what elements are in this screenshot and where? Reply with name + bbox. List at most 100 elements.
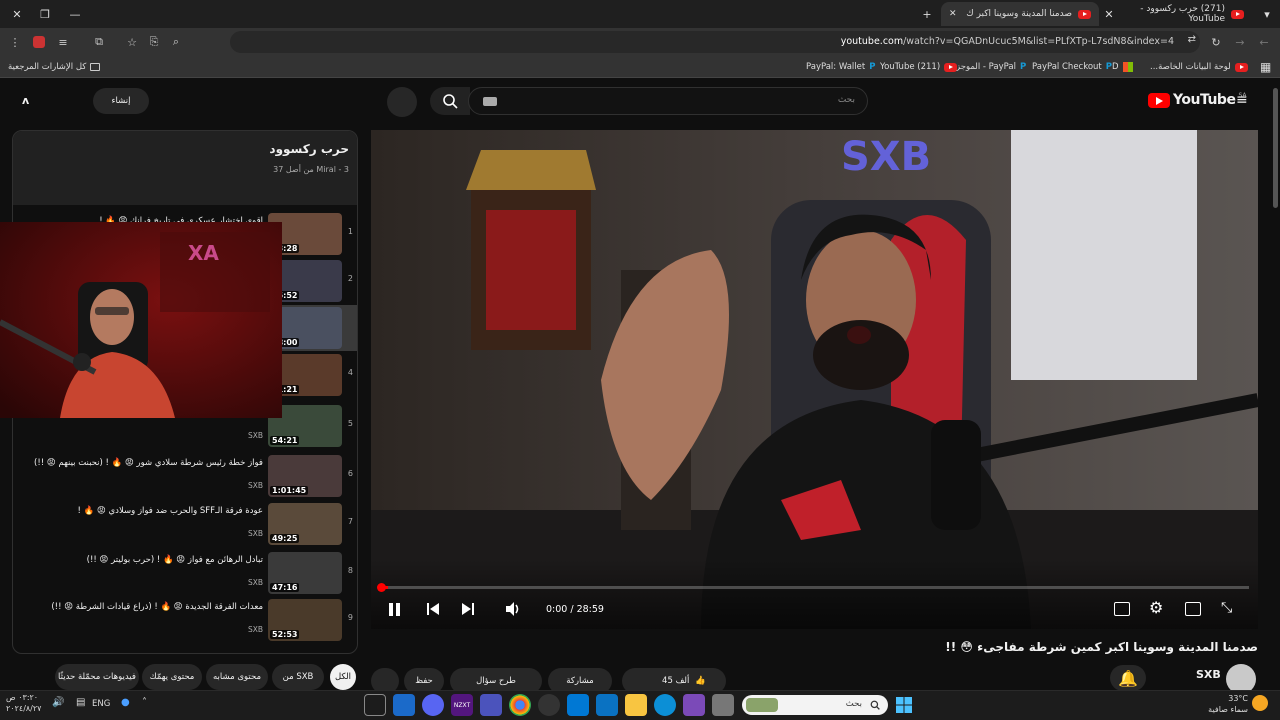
app-discord-icon[interactable] bbox=[422, 694, 444, 716]
progress-bar[interactable] bbox=[377, 583, 1249, 592]
app-obs-icon[interactable] bbox=[538, 694, 560, 716]
extensions-puzzle-icon[interactable]: ⧉ bbox=[88, 31, 110, 53]
playlist-item-thumbnail[interactable]: 49:25 bbox=[268, 503, 342, 545]
bookmark-youtube[interactable]: (211) YouTube bbox=[880, 58, 958, 76]
weather-widget[interactable]: 33°C سماء صافية bbox=[1200, 693, 1248, 715]
back-icon[interactable]: ← bbox=[1253, 31, 1275, 53]
youtube-logo[interactable]: YouTube SA bbox=[1148, 92, 1246, 108]
playlist-item[interactable]: 7 49:25 عودة فرقة الـSFF والحرب ضد فواز وس… bbox=[13, 501, 357, 547]
chip-recently-uploaded[interactable]: فيديوهات محمّلة حديثًا bbox=[55, 664, 139, 690]
chip-from-channel[interactable]: من SXB bbox=[272, 664, 324, 690]
app-steam-icon[interactable] bbox=[393, 694, 415, 716]
playlist-item-thumbnail[interactable]: 47:16 bbox=[268, 552, 342, 594]
playlist-item-channel[interactable]: SXB bbox=[248, 529, 263, 538]
tab-close-icon[interactable]: ✕ bbox=[1098, 3, 1120, 25]
playlist-item[interactable]: 8 47:16 تبادل الرهائن مع فواز 😡 🔥 ! (حرب ب… bbox=[13, 550, 357, 596]
apps-grid-icon[interactable]: ▦ bbox=[1260, 58, 1271, 76]
new-tab-icon[interactable]: + bbox=[916, 3, 938, 25]
chip-all[interactable]: الكل bbox=[330, 664, 356, 690]
bookmark-paypal-summary[interactable]: P PayPal - الموجز bbox=[956, 58, 1026, 76]
app-nzxt-icon[interactable]: NZXT bbox=[451, 694, 473, 716]
progress-scrubber[interactable] bbox=[377, 583, 386, 592]
playlist-item-channel[interactable]: SXB bbox=[248, 481, 263, 490]
playlist-item-channel[interactable]: SXB bbox=[248, 431, 263, 440]
fullscreen-icon[interactable]: ⤡ bbox=[1221, 600, 1232, 616]
search-input[interactable]: بحث bbox=[468, 87, 868, 115]
tray-mic-icon[interactable]: ● bbox=[121, 697, 130, 708]
taskbar-search[interactable]: بحث bbox=[742, 695, 888, 715]
zoom-icon[interactable]: ⌕ bbox=[165, 31, 187, 53]
playlist-item-title[interactable]: فواز خطة رئيس شرطة سلادي شور 😡 🔥 ! (نحبن… bbox=[17, 457, 263, 470]
playlist-item-thumbnail[interactable]: 1:01:45 bbox=[268, 455, 342, 497]
playlist-item-title[interactable]: معدات الفرقة الجديدة 😡 🔥 ! (ذراع قيادات … bbox=[17, 601, 263, 614]
forward-icon[interactable]: → bbox=[1229, 31, 1251, 53]
clock[interactable]: ٠٣:٢٠ ص ٢٠٢٤/٨/٢٧ bbox=[6, 692, 41, 714]
playlist-header: حرب ركسوود Miral - 3 من أصل 37 bbox=[13, 131, 357, 205]
maximize-window-icon[interactable]: ❐ bbox=[34, 3, 56, 25]
search-button[interactable] bbox=[430, 87, 470, 115]
keyboard-icon[interactable] bbox=[483, 97, 497, 106]
app-widgets-icon[interactable] bbox=[712, 694, 734, 716]
pause-icon[interactable] bbox=[385, 600, 403, 618]
app-mail-icon[interactable] bbox=[567, 694, 589, 716]
settings-gear-icon[interactable]: ⚙ bbox=[1149, 600, 1163, 616]
playlist-title[interactable]: حرب ركسوود bbox=[269, 142, 349, 156]
tab-close-icon[interactable]: ✕ bbox=[949, 9, 957, 19]
chip-similar[interactable]: محتوى مشابه bbox=[206, 664, 268, 690]
bookmark-star-icon[interactable]: ☆ bbox=[121, 31, 143, 53]
tab-title: صدمنا المدينة وسوينا اكبر ك bbox=[966, 9, 1072, 19]
tab-playlist[interactable]: (271) حرب ركسوود - YouTube bbox=[1122, 2, 1252, 26]
user-avatar-icon[interactable]: ʌ bbox=[22, 94, 36, 108]
channel-name[interactable]: SXB bbox=[1196, 668, 1221, 681]
video-title: صدمنا المدينة وسوينا اكبر كمين شرطة مفاج… bbox=[945, 640, 1258, 654]
volume-icon[interactable] bbox=[504, 601, 522, 617]
bookmark-paypal-wallet[interactable]: P PayPal: Wallet bbox=[806, 58, 875, 76]
bookmark-paypal-checkout[interactable]: P PayPal Checkout bbox=[1032, 58, 1112, 76]
playlist-item-thumbnail[interactable]: 52:53 bbox=[268, 599, 342, 641]
app-chrome-icon[interactable] bbox=[509, 694, 531, 716]
playlist-item-title[interactable]: تبادل الرهائن مع فواز 😡 🔥 ! (حرب بوليتر … bbox=[17, 554, 263, 567]
chip-for-you[interactable]: محتوى يهمّك bbox=[142, 664, 202, 690]
media-controls-icon[interactable]: ≡ bbox=[52, 31, 74, 53]
next-icon[interactable] bbox=[460, 601, 476, 617]
page-scrollbar[interactable] bbox=[1270, 80, 1280, 690]
video-player[interactable]: SXB 0:00 / 28:59 ⚙ ⤡ bbox=[371, 130, 1258, 629]
create-button[interactable]: إنشاء bbox=[93, 88, 149, 114]
playlist-item-channel[interactable]: SXB bbox=[248, 578, 263, 587]
close-window-icon[interactable]: ✕ bbox=[6, 3, 28, 25]
subtitles-icon[interactable] bbox=[1114, 602, 1130, 616]
start-button-icon[interactable] bbox=[893, 694, 915, 716]
bookmark-d[interactable]: D bbox=[1112, 58, 1133, 76]
tray-speaker-icon[interactable]: 🔊 bbox=[52, 697, 64, 708]
playlist-item[interactable]: 9 52:53 معدات الفرقة الجديدة 😡 🔥 ! (ذراع ق… bbox=[13, 597, 357, 643]
tray-network-icon[interactable]: ▤ bbox=[76, 697, 85, 708]
hamburger-menu-icon[interactable]: ≡ bbox=[1236, 93, 1250, 107]
reload-icon[interactable]: ↻ bbox=[1205, 31, 1227, 53]
input-language[interactable]: ENG bbox=[92, 699, 110, 709]
playlist-item-title[interactable]: عودة فرقة الـSFF والحرب ضد فواز وسلادي 😡… bbox=[17, 505, 263, 518]
tray-overflow-icon[interactable]: ˄ bbox=[142, 697, 147, 708]
app-copilot-icon[interactable] bbox=[683, 694, 705, 716]
bookmark-dashboard[interactable]: لوحة البيانات الخاصة... bbox=[1150, 58, 1248, 76]
notification-bell-icon[interactable]: 🔔 bbox=[1110, 665, 1146, 691]
playlist-item[interactable]: 6 1:01:45 فواز خطة رئيس شرطة سلادي شور 😡 🔥… bbox=[13, 453, 357, 499]
tab-search-icon[interactable]: ▾ bbox=[1256, 3, 1278, 25]
all-bookmarks[interactable]: كل الإشارات المرجعية bbox=[8, 58, 101, 76]
app-teams-icon[interactable] bbox=[480, 694, 502, 716]
app-explorer-icon[interactable] bbox=[625, 694, 647, 716]
menu-dots-icon[interactable]: ⋮ bbox=[4, 31, 26, 53]
voice-search-button[interactable] bbox=[387, 87, 417, 117]
previous-icon[interactable] bbox=[425, 601, 441, 617]
tab-video[interactable]: صدمنا المدينة وسوينا اكبر ك ✕ bbox=[941, 2, 1099, 26]
playlist-item-channel[interactable]: SXB bbox=[248, 625, 263, 634]
miniplayer-icon[interactable] bbox=[1185, 602, 1201, 616]
svg-text:SXB: SXB bbox=[841, 134, 931, 180]
address-bar[interactable]: youtube.com/watch?v=QGADnUcuc5M&list=PLf… bbox=[230, 31, 1200, 53]
install-app-icon[interactable]: ⎘ bbox=[143, 31, 165, 53]
minimize-window-icon[interactable]: — bbox=[64, 3, 86, 25]
site-settings-icon[interactable]: ⇄ bbox=[1188, 34, 1196, 45]
task-view-icon[interactable] bbox=[364, 694, 386, 716]
app-store-icon[interactable] bbox=[596, 694, 618, 716]
extension-icon[interactable] bbox=[28, 31, 50, 53]
app-edge-icon[interactable] bbox=[654, 694, 676, 716]
